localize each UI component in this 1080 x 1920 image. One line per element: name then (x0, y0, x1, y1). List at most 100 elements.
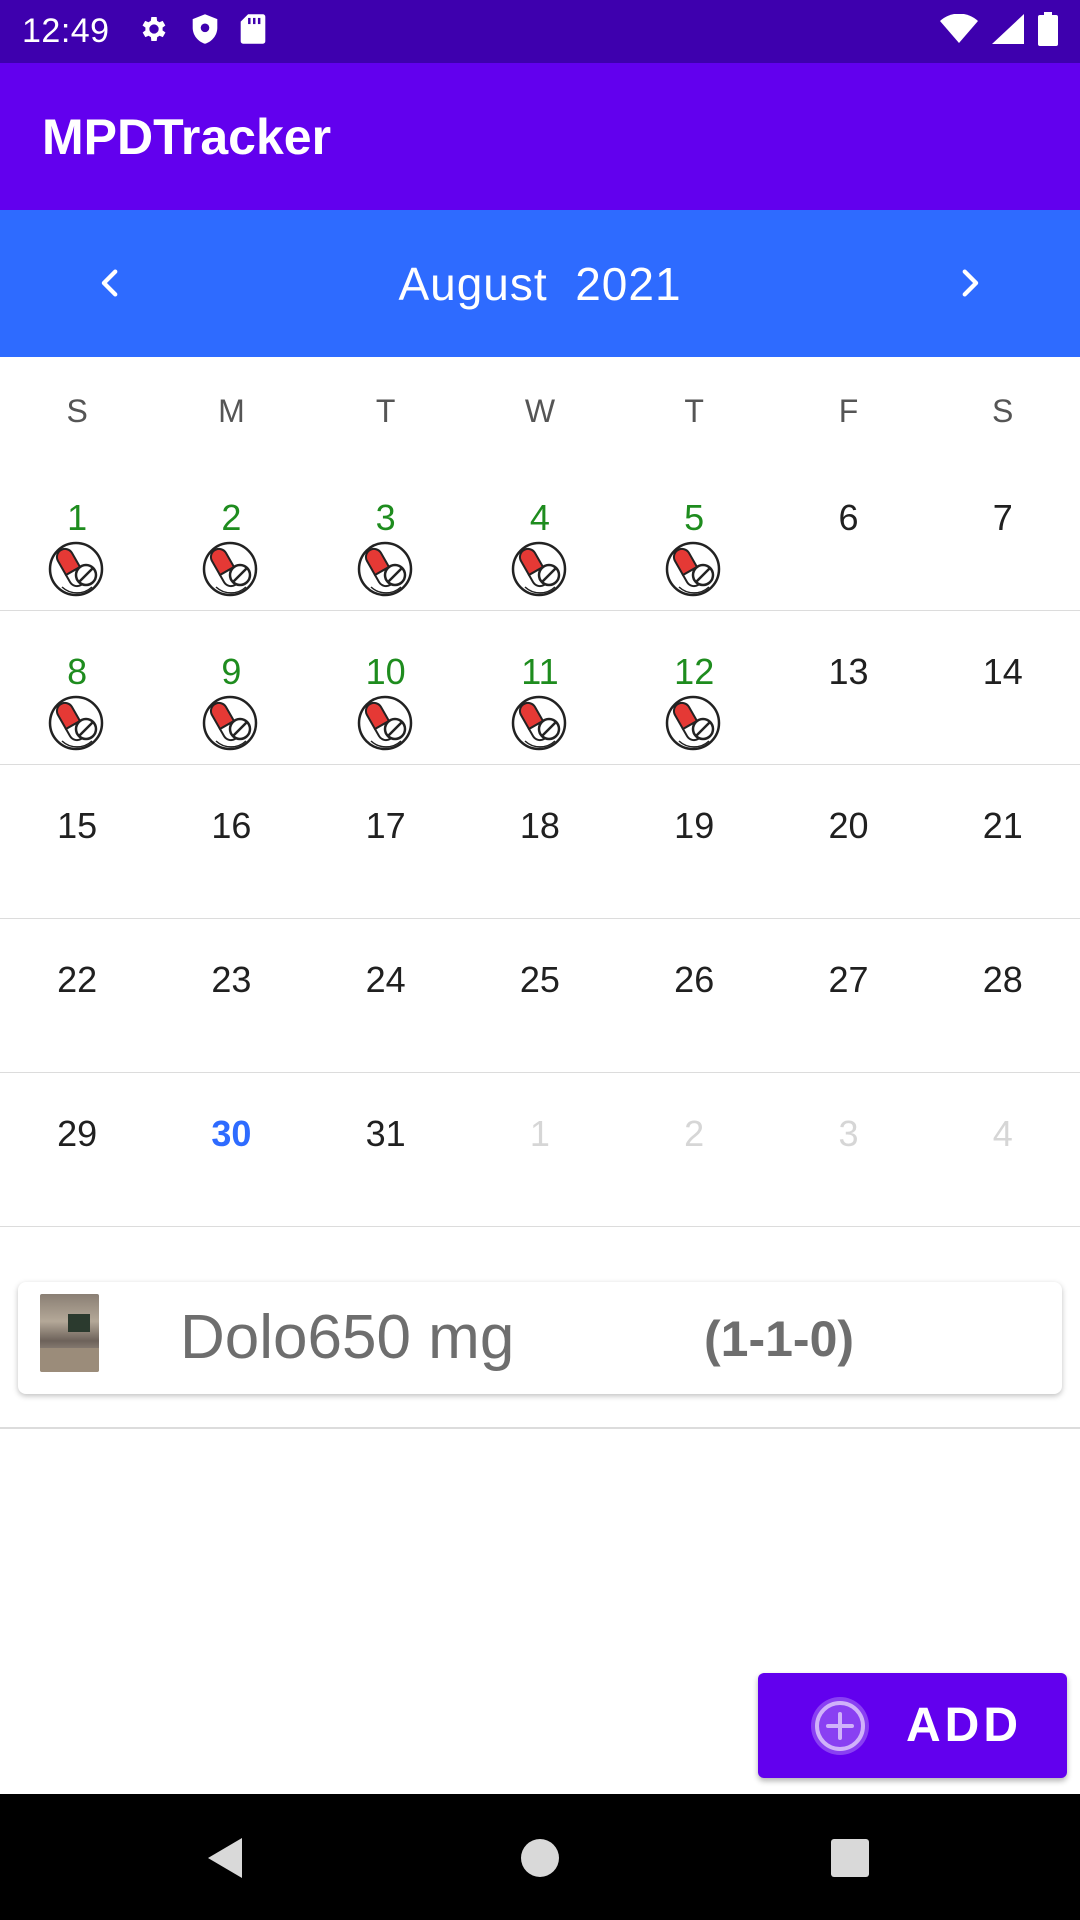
calendar-day[interactable]: 25 (463, 919, 617, 1073)
day-number: 27 (828, 959, 869, 1000)
calendar-day[interactable]: 1 (0, 457, 154, 611)
calendar-day[interactable]: 4 (926, 1073, 1080, 1227)
calendar-day[interactable]: 15 (0, 765, 154, 919)
calendar-day[interactable]: 23 (154, 919, 308, 1073)
day-number: 9 (221, 651, 242, 692)
day-number: 6 (838, 497, 859, 538)
calendar-day[interactable]: 3 (771, 1073, 925, 1227)
pill-taken-icon (665, 541, 721, 597)
sd-card-icon (240, 13, 266, 50)
weekday-label: T (375, 393, 396, 429)
calendar-day[interactable]: 29 (0, 1073, 154, 1227)
medication-dose: (1-1-0) (704, 1311, 855, 1367)
weekday-label: T (684, 393, 704, 429)
pill-taken-icon (511, 541, 567, 597)
calendar-week-row: 22 23 24 25 26 27 28 (0, 919, 1080, 1073)
day-number: 2 (684, 1113, 705, 1154)
medication-card[interactable]: Dolo650 mg (1-1-0) (18, 1282, 1062, 1394)
status-bar: 12:49 (0, 0, 1080, 63)
chevron-left-icon (101, 269, 118, 297)
calendar-day[interactable]: 21 (926, 765, 1080, 919)
calendar-day[interactable]: 24 (309, 919, 463, 1073)
calendar-day[interactable]: 6 (771, 457, 925, 611)
day-number: 2 (221, 497, 242, 538)
calendar-day[interactable]: 8 (0, 611, 154, 765)
medication-name: Dolo650 mg (180, 1303, 515, 1372)
pill-taken-icon (665, 695, 721, 751)
calendar-day[interactable]: 13 (771, 611, 925, 765)
day-number: 19 (674, 805, 715, 846)
calendar-day[interactable]: 12 (617, 611, 771, 765)
calendar-day[interactable]: 30 (154, 1073, 308, 1227)
day-number: 20 (828, 805, 869, 846)
day-number: 11 (521, 651, 559, 692)
previous-month-button[interactable] (78, 250, 144, 316)
gear-icon (138, 13, 170, 50)
calendar-day[interactable]: 22 (0, 919, 154, 1073)
signal-icon (992, 14, 1024, 49)
weekday-label: M (218, 393, 245, 429)
add-button[interactable]: ADD (758, 1673, 1067, 1778)
calendar-day[interactable]: 31 (309, 1073, 463, 1227)
calendar-day[interactable]: 28 (926, 919, 1080, 1073)
calendar-day[interactable]: 17 (309, 765, 463, 919)
day-number: 12 (674, 651, 715, 692)
month-header: August 2021 (0, 210, 1080, 357)
calendar-week-row: 29 30 31 1 2 3 4 (0, 1073, 1080, 1227)
calendar-day[interactable]: 16 (154, 765, 308, 919)
next-month-button[interactable] (936, 250, 1002, 316)
calendar-day[interactable]: 9 (154, 611, 308, 765)
calendar-day[interactable]: 26 (617, 919, 771, 1073)
day-number: 22 (57, 959, 98, 1000)
back-icon[interactable] (202, 1834, 250, 1882)
battery-icon (1038, 12, 1058, 51)
weekday-label: W (524, 393, 556, 429)
calendar-day[interactable]: 2 (154, 457, 308, 611)
status-icons-right (940, 12, 1058, 51)
day-number: 23 (211, 959, 252, 1000)
medication-thumbnail (40, 1294, 99, 1372)
calendar-day[interactable]: 10 (309, 611, 463, 765)
day-number: 1 (529, 1113, 550, 1154)
day-number: 31 (365, 1113, 406, 1154)
calendar-day[interactable]: 5 (617, 457, 771, 611)
weekday-label: F (838, 393, 859, 429)
day-number: 15 (57, 805, 98, 846)
pill-taken-icon (202, 541, 258, 597)
calendar-day[interactable]: 3 (309, 457, 463, 611)
day-number: 21 (982, 805, 1023, 846)
status-time: 12:49 (22, 12, 110, 50)
day-number: 10 (365, 651, 406, 692)
day-number: 3 (838, 1113, 859, 1154)
day-number: 29 (57, 1113, 98, 1154)
day-number: 3 (375, 497, 396, 538)
home-icon[interactable] (516, 1834, 564, 1882)
pill-taken-icon (357, 541, 413, 597)
calendar-day[interactable]: 27 (771, 919, 925, 1073)
calendar-week-row: 15 16 17 18 19 20 21 (0, 765, 1080, 919)
recents-icon[interactable] (826, 1834, 874, 1882)
day-number: 7 (992, 497, 1013, 538)
calendar-day[interactable]: 1 (463, 1073, 617, 1227)
day-number: 17 (365, 805, 406, 846)
weekday-label: S (992, 393, 1014, 429)
system-nav-bar (0, 1794, 1080, 1920)
calendar-day[interactable]: 11 (463, 611, 617, 765)
day-number: 4 (992, 1113, 1013, 1154)
pill-taken-icon (357, 695, 413, 751)
status-icons-left (138, 13, 266, 50)
app-bar: MPDTracker (0, 63, 1080, 210)
app-title: MPDTracker (42, 108, 332, 165)
day-number: 5 (684, 497, 705, 538)
day-number: 28 (982, 959, 1023, 1000)
calendar-day[interactable]: 14 (926, 611, 1080, 765)
calendar-day[interactable]: 20 (771, 765, 925, 919)
calendar-day[interactable]: 18 (463, 765, 617, 919)
day-number: 26 (674, 959, 715, 1000)
wifi-icon (940, 13, 978, 49)
calendar-day[interactable]: 2 (617, 1073, 771, 1227)
day-number: 4 (529, 497, 550, 538)
calendar-day[interactable]: 19 (617, 765, 771, 919)
calendar-day[interactable]: 4 (463, 457, 617, 611)
calendar-day[interactable]: 7 (926, 457, 1080, 611)
